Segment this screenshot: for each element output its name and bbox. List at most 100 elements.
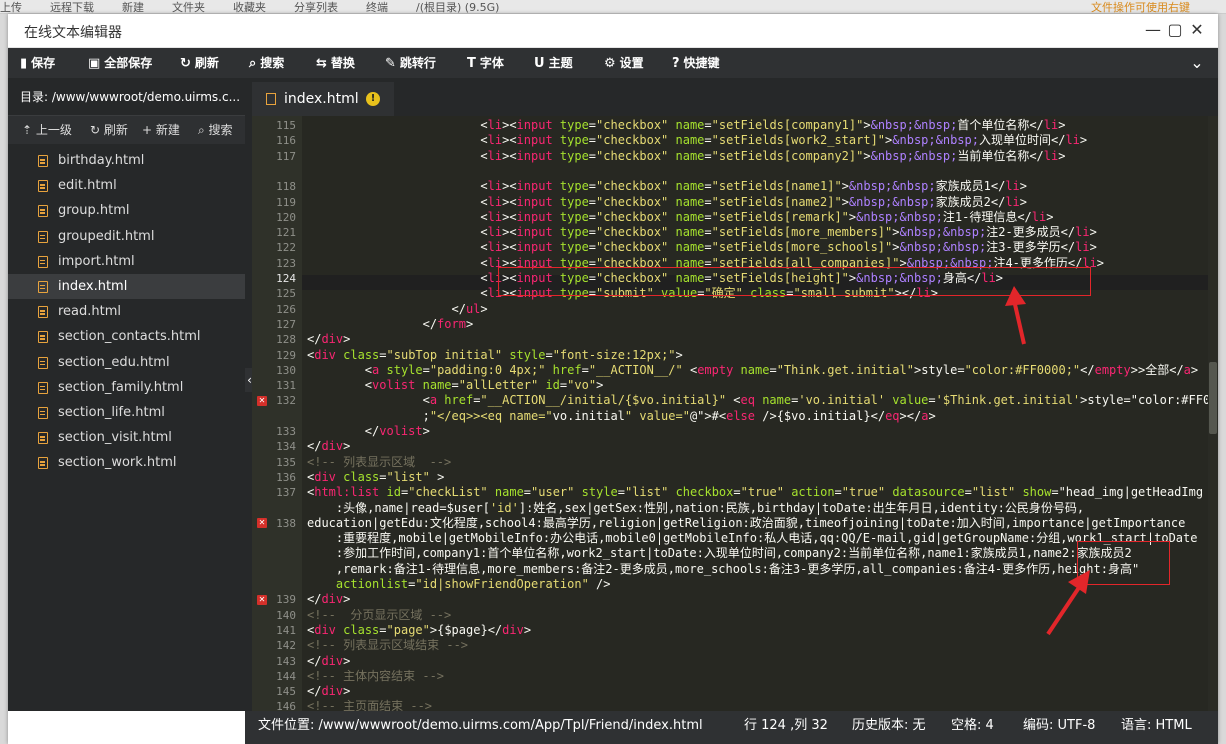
unsaved-warning-icon: ! bbox=[366, 92, 380, 106]
sidebar-op-3[interactable]: + 新建 bbox=[142, 116, 180, 144]
minimize-button[interactable]: — bbox=[1144, 21, 1162, 39]
vertical-scrollbar[interactable] bbox=[1208, 116, 1218, 711]
toolbar-button-4[interactable]: ⌕ 搜索 bbox=[249, 48, 284, 78]
code-line[interactable]: <li><input type="checkbox" name="setFiel… bbox=[307, 149, 1065, 164]
file-item[interactable]: import.html bbox=[8, 249, 245, 274]
file-item[interactable]: section_contacts.html bbox=[8, 324, 245, 349]
code-line[interactable]: :头像,name|read=$user['id']:姓名,sex|getSex:… bbox=[307, 501, 1084, 516]
scrollbar-thumb[interactable] bbox=[1209, 362, 1217, 434]
code-line[interactable]: <li><input type="checkbox" name="setFiel… bbox=[307, 210, 1053, 225]
file-item[interactable]: edit.html bbox=[8, 173, 245, 198]
file-name: section_life.html bbox=[58, 404, 165, 420]
toolbar-button-9[interactable]: ⚙ 设置 bbox=[604, 48, 644, 78]
file-item[interactable]: section_family.html bbox=[8, 375, 245, 400]
html-file-icon bbox=[38, 306, 48, 319]
error-marker-icon[interactable]: ✕ bbox=[257, 594, 267, 605]
file-item[interactable]: read.html bbox=[8, 299, 245, 324]
line-number bbox=[252, 577, 300, 592]
toolbar-button-2[interactable]: ▣ 全部保存 bbox=[88, 48, 152, 78]
code-line[interactable]: </div> bbox=[307, 592, 350, 607]
background-bar-item: 远程下载 bbox=[50, 1, 94, 14]
toolbar-button-6[interactable]: ✎ 跳转行 bbox=[385, 48, 436, 78]
close-button[interactable]: ✕ bbox=[1188, 21, 1206, 39]
code-line[interactable]: </ul> bbox=[307, 302, 488, 317]
status-bar: 文件位置: /www/wwwroot/demo.uirms.com/App/Tp… bbox=[245, 711, 1218, 744]
file-item[interactable]: birthday.html bbox=[8, 148, 245, 173]
html-file-icon bbox=[38, 432, 48, 445]
html-file-icon bbox=[38, 406, 48, 419]
code-line[interactable]: </div> bbox=[307, 654, 350, 669]
status-language[interactable]: 语言: HTML bbox=[1121, 711, 1192, 740]
code-line[interactable]: <!-- 列表显示区域 --> bbox=[307, 455, 451, 470]
code-line[interactable]: <!-- 分页显示区域 --> bbox=[307, 608, 451, 623]
code-line[interactable]: <volist name="allLetter" id="vo"> bbox=[307, 378, 604, 393]
file-item[interactable]: section_visit.html bbox=[8, 425, 245, 450]
error-marker-icon[interactable]: ✕ bbox=[257, 518, 267, 529]
code-line[interactable]: <!-- 主页面结束 --> bbox=[307, 699, 432, 711]
toolbar-button-8[interactable]: U 主题 bbox=[534, 48, 573, 78]
code-line[interactable]: education|getEdu:文化程度,school4:最高学历,relig… bbox=[307, 516, 1185, 531]
code-line[interactable]: <a href="__ACTION__/initial/{$vo.initial… bbox=[307, 393, 1218, 408]
file-item[interactable]: section_work.html bbox=[8, 450, 245, 475]
code-line[interactable]: <div class="page">{$page}</div> bbox=[307, 623, 531, 638]
sidebar-op-2[interactable]: ↻ 刷新 bbox=[90, 116, 128, 144]
file-item[interactable]: section_life.html bbox=[8, 400, 245, 425]
sidebar-op-4[interactable]: ⌕ 搜索 bbox=[198, 116, 233, 144]
file-item[interactable]: group.html bbox=[8, 198, 245, 223]
code-line[interactable]: </div> bbox=[307, 684, 350, 699]
html-file-icon bbox=[266, 93, 276, 105]
status-indent[interactable]: 空格: 4 bbox=[951, 711, 994, 740]
collapse-toolbar-icon[interactable]: ⌄ bbox=[1186, 48, 1208, 78]
toolbar-button-1[interactable]: ▮ 保存 bbox=[20, 48, 55, 78]
toolbar-label: 搜索 bbox=[260, 56, 285, 70]
code-line[interactable]: </div> bbox=[307, 439, 350, 454]
status-history[interactable]: 历史版本: 无 bbox=[852, 711, 926, 740]
code-line[interactable]: <li><input type="checkbox" name="setFiel… bbox=[307, 118, 1065, 133]
code-line[interactable]: </volist> bbox=[307, 424, 430, 439]
error-marker-icon[interactable]: ✕ bbox=[257, 395, 267, 406]
line-number: 127 bbox=[276, 317, 296, 331]
code-line[interactable]: <li><input type="checkbox" name="setFiel… bbox=[307, 240, 1096, 255]
settings-icon: ⚙ bbox=[604, 56, 616, 71]
code-line[interactable]: :参加工作时间,company1:首个单位名称,work2_start|toDa… bbox=[307, 546, 1132, 561]
file-item[interactable]: index.html bbox=[8, 273, 245, 300]
code-editor[interactable]: 115 116 117 118 119 120 121 122 123 124 125 126 127 1… bbox=[252, 116, 1218, 711]
code-line[interactable]: <html:list id="checkList" name="user" st… bbox=[307, 485, 1203, 500]
code-line[interactable]: actionlist="id|showFriendOperation" /> bbox=[307, 577, 611, 592]
code-line[interactable]: <li><input type="checkbox" name="setFiel… bbox=[307, 195, 1027, 210]
toolbar-button-3[interactable]: ↻ 刷新 bbox=[180, 48, 219, 78]
save-all-icon: ▣ bbox=[88, 56, 101, 71]
tab-index-html[interactable]: index.html ! bbox=[252, 82, 394, 116]
file-name: section_work.html bbox=[58, 455, 177, 471]
code-line[interactable]: <li><input type="checkbox" name="setFiel… bbox=[307, 133, 1087, 148]
code-line[interactable]: </form> bbox=[307, 317, 474, 332]
toolbar-button-7[interactable]: T 字体 bbox=[467, 48, 504, 78]
code-line[interactable]: :重要程度,mobile|getMobileInfo:办公电话,mobile0|… bbox=[307, 531, 1198, 546]
line-number-gutter: 115 116 117 118 119 120 121 122 123 124 125 126 127 1… bbox=[252, 116, 302, 711]
code-line[interactable]: ,remark:备注1-待理信息,more_members:备注2-更多成员,m… bbox=[307, 562, 1139, 577]
code-line[interactable]: <!-- 主体内容结束 --> bbox=[307, 669, 444, 684]
code-line[interactable]: <!-- 列表显示区域结束 --> bbox=[307, 638, 468, 653]
toolbar-button-5[interactable]: ⇆ 替换 bbox=[316, 48, 355, 78]
status-encoding[interactable]: 编码: UTF-8 bbox=[1023, 711, 1095, 740]
code-line[interactable]: <li><input type="checkbox" name="setFiel… bbox=[307, 179, 1027, 194]
file-item[interactable]: section_edu.html bbox=[8, 350, 245, 375]
code-line[interactable]: <a style="padding:0 4px;" href="__ACTION… bbox=[307, 363, 1198, 378]
file-item[interactable]: groupedit.html bbox=[8, 224, 245, 249]
line-number: 128 bbox=[276, 333, 296, 347]
maximize-button[interactable]: ▢ bbox=[1166, 21, 1184, 39]
code-line[interactable]: <div class="list" > bbox=[307, 470, 444, 485]
code-line[interactable]: ;"</eq>><eq name="vo.initial" value="@">… bbox=[307, 409, 936, 424]
sidebar-splitter[interactable]: ‹ bbox=[245, 78, 254, 711]
goto-line-icon: ✎ bbox=[385, 56, 396, 71]
code-line[interactable]: <li><input type="checkbox" name="setFiel… bbox=[307, 225, 1096, 240]
line-number: 123 bbox=[276, 256, 296, 270]
sidebar-op-label: 刷新 bbox=[103, 123, 128, 137]
toolbar-button-10[interactable]: ? 快捷键 bbox=[672, 48, 720, 78]
window-titlebar: 在线文本编辑器 — ▢ ✕ bbox=[8, 14, 1218, 48]
file-sidebar: 目录: /www/wwwroot/demo.uirms.c... ⇡ 上一级 ↻ … bbox=[8, 78, 245, 711]
code-line[interactable]: <div class="subTop initial" style="font-… bbox=[307, 348, 683, 363]
code-line[interactable]: </div> bbox=[307, 332, 350, 347]
html-file-icon bbox=[38, 280, 48, 293]
sidebar-op-1[interactable]: ⇡ 上一级 bbox=[22, 116, 72, 144]
